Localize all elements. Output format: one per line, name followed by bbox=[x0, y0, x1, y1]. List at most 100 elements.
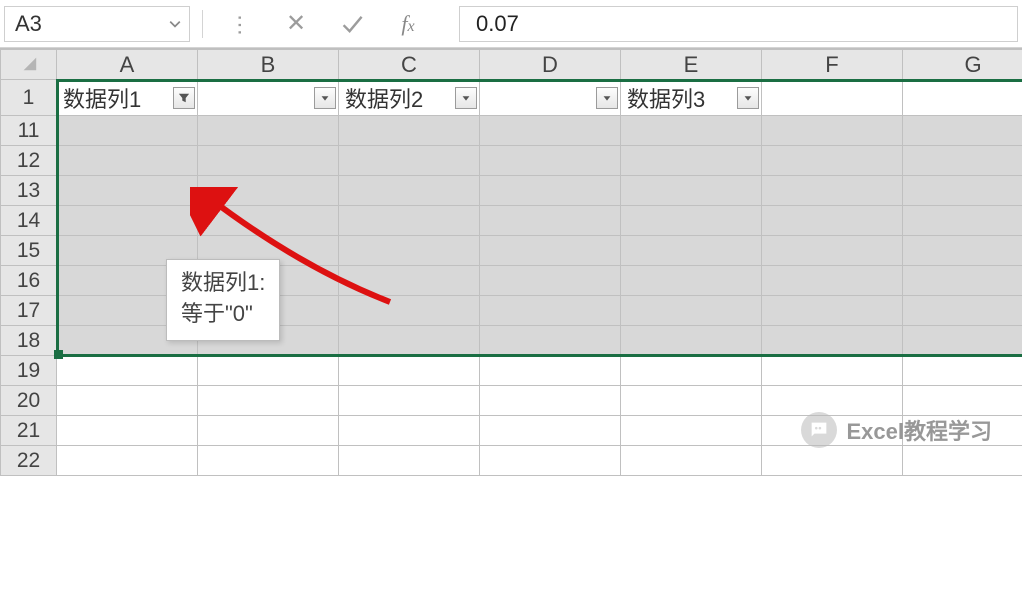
cell[interactable] bbox=[339, 326, 480, 356]
cell[interactable] bbox=[198, 446, 339, 476]
cell[interactable] bbox=[480, 416, 621, 446]
cell[interactable] bbox=[480, 386, 621, 416]
cell[interactable] bbox=[621, 266, 762, 296]
cell[interactable] bbox=[339, 176, 480, 206]
filter-dropdown-icon[interactable] bbox=[596, 87, 618, 109]
cell[interactable] bbox=[480, 296, 621, 326]
cell[interactable] bbox=[198, 116, 339, 146]
cell[interactable] bbox=[903, 326, 1022, 356]
cell[interactable] bbox=[198, 206, 339, 236]
cell[interactable] bbox=[57, 176, 198, 206]
cell[interactable] bbox=[480, 446, 621, 476]
spreadsheet-grid[interactable]: A B C D E F G 1数据列1数据列2数据列31112131415161… bbox=[0, 48, 1022, 476]
cell[interactable] bbox=[339, 446, 480, 476]
cell[interactable] bbox=[480, 146, 621, 176]
cell[interactable] bbox=[903, 266, 1022, 296]
cell[interactable] bbox=[621, 236, 762, 266]
cell[interactable] bbox=[339, 116, 480, 146]
cell[interactable] bbox=[480, 266, 621, 296]
cell[interactable] bbox=[198, 356, 339, 386]
accept-icon[interactable] bbox=[327, 6, 377, 42]
filter-dropdown-icon[interactable] bbox=[455, 87, 477, 109]
col-header-F[interactable]: F bbox=[762, 50, 903, 80]
cell[interactable] bbox=[762, 80, 903, 116]
cell[interactable] bbox=[903, 236, 1022, 266]
col-header-G[interactable]: G bbox=[903, 50, 1022, 80]
cell[interactable] bbox=[762, 296, 903, 326]
select-all-corner[interactable] bbox=[1, 50, 57, 80]
cell[interactable] bbox=[903, 356, 1022, 386]
filter-dropdown-icon[interactable] bbox=[314, 87, 336, 109]
row-header[interactable]: 19 bbox=[1, 356, 57, 386]
cell[interactable] bbox=[480, 80, 621, 116]
cell[interactable] bbox=[480, 116, 621, 146]
more-icon[interactable]: ⋯ bbox=[215, 6, 265, 42]
cell[interactable]: 数据列3 bbox=[621, 80, 762, 116]
cell[interactable] bbox=[762, 326, 903, 356]
cell[interactable] bbox=[903, 296, 1022, 326]
cell[interactable] bbox=[762, 236, 903, 266]
cell[interactable] bbox=[198, 146, 339, 176]
col-header-D[interactable]: D bbox=[480, 50, 621, 80]
cell[interactable] bbox=[198, 416, 339, 446]
cell[interactable] bbox=[762, 446, 903, 476]
cell[interactable] bbox=[762, 176, 903, 206]
fx-icon[interactable]: fx bbox=[383, 6, 433, 42]
cell[interactable] bbox=[480, 176, 621, 206]
cell[interactable] bbox=[57, 146, 198, 176]
cell[interactable] bbox=[339, 356, 480, 386]
cell[interactable]: 数据列2 bbox=[339, 80, 480, 116]
row-header[interactable]: 15 bbox=[1, 236, 57, 266]
row-header[interactable]: 18 bbox=[1, 326, 57, 356]
cell[interactable] bbox=[339, 206, 480, 236]
cell[interactable] bbox=[621, 326, 762, 356]
cell[interactable] bbox=[621, 176, 762, 206]
cell[interactable] bbox=[198, 80, 339, 116]
chevron-down-icon[interactable] bbox=[161, 7, 189, 41]
cell[interactable] bbox=[621, 116, 762, 146]
cell[interactable] bbox=[621, 386, 762, 416]
row-header[interactable]: 20 bbox=[1, 386, 57, 416]
cell[interactable] bbox=[57, 416, 198, 446]
row-header[interactable]: 1 bbox=[1, 80, 57, 116]
cell[interactable] bbox=[621, 356, 762, 386]
cell[interactable] bbox=[903, 386, 1022, 416]
col-header-E[interactable]: E bbox=[621, 50, 762, 80]
cell[interactable] bbox=[903, 116, 1022, 146]
cell[interactable] bbox=[339, 416, 480, 446]
cell[interactable] bbox=[903, 206, 1022, 236]
row-header[interactable]: 21 bbox=[1, 416, 57, 446]
cell[interactable] bbox=[762, 386, 903, 416]
row-header[interactable]: 13 bbox=[1, 176, 57, 206]
cell[interactable] bbox=[480, 236, 621, 266]
cell[interactable] bbox=[480, 356, 621, 386]
cell[interactable] bbox=[762, 266, 903, 296]
cell[interactable] bbox=[903, 80, 1022, 116]
cell[interactable] bbox=[57, 386, 198, 416]
cell[interactable] bbox=[339, 266, 480, 296]
row-header[interactable]: 22 bbox=[1, 446, 57, 476]
cancel-icon[interactable]: ✕ bbox=[271, 6, 321, 42]
col-header-C[interactable]: C bbox=[339, 50, 480, 80]
row-header[interactable]: 17 bbox=[1, 296, 57, 326]
cell[interactable] bbox=[621, 206, 762, 236]
cell[interactable] bbox=[762, 356, 903, 386]
cell[interactable] bbox=[480, 206, 621, 236]
cell[interactable] bbox=[198, 386, 339, 416]
formula-input[interactable]: 0.07 bbox=[459, 6, 1018, 42]
cell[interactable] bbox=[762, 116, 903, 146]
cell[interactable] bbox=[621, 446, 762, 476]
cell[interactable] bbox=[903, 176, 1022, 206]
cell[interactable] bbox=[57, 116, 198, 146]
cell[interactable] bbox=[621, 416, 762, 446]
col-header-B[interactable]: B bbox=[198, 50, 339, 80]
cell[interactable] bbox=[903, 446, 1022, 476]
name-box[interactable]: A3 bbox=[4, 6, 190, 42]
cell[interactable] bbox=[621, 296, 762, 326]
cell[interactable] bbox=[621, 146, 762, 176]
cell[interactable] bbox=[762, 146, 903, 176]
cell[interactable] bbox=[762, 206, 903, 236]
filter-active-icon[interactable] bbox=[173, 87, 195, 109]
cell[interactable] bbox=[57, 446, 198, 476]
row-header[interactable]: 14 bbox=[1, 206, 57, 236]
